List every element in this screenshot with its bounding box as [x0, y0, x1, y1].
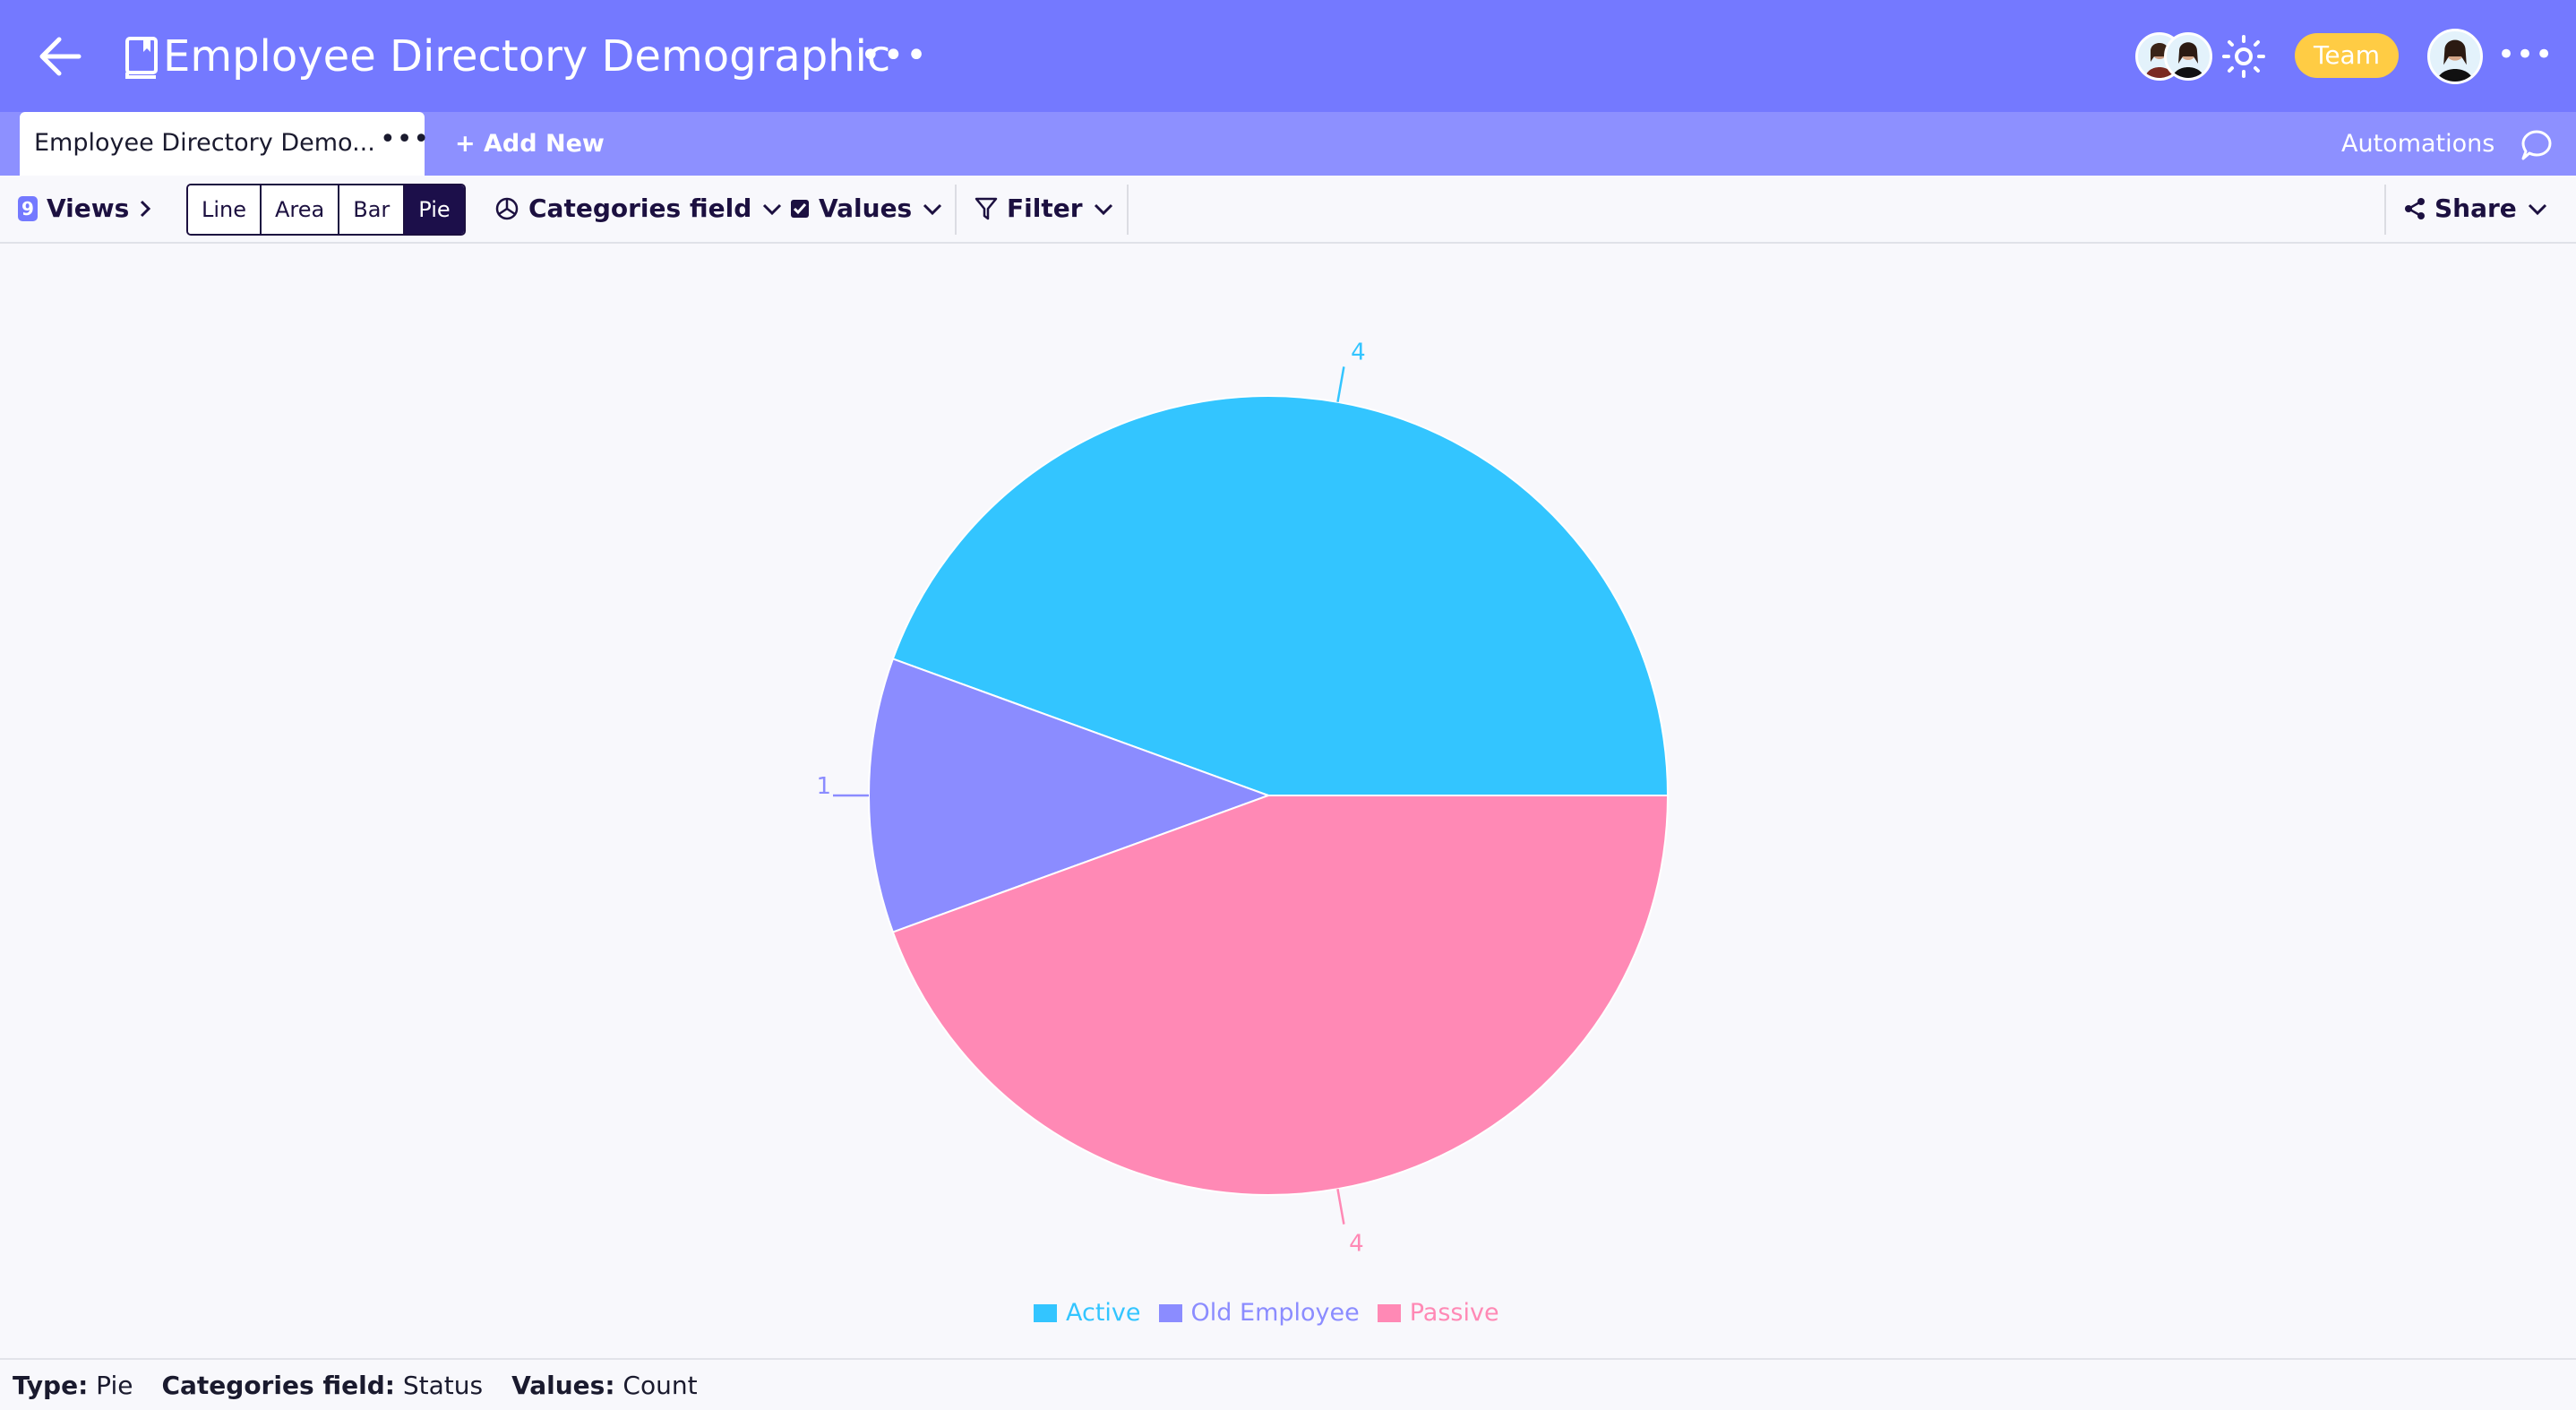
- chevron-down-icon: [1094, 203, 1112, 216]
- toolbar-divider: [955, 185, 957, 235]
- values-label: Values: [819, 193, 913, 223]
- person-icon: [2172, 42, 2204, 78]
- share-dropdown[interactable]: Share: [2404, 193, 2549, 224]
- pie-data-label: 4: [1349, 1231, 1364, 1258]
- chevron-down-icon: [2528, 203, 2546, 216]
- values-dropdown[interactable]: Values: [790, 193, 944, 224]
- filter-dropdown[interactable]: Filter: [975, 193, 1115, 224]
- share-icon: [2405, 198, 2425, 219]
- pie-label-leader-line: [1336, 1189, 1345, 1225]
- footer-divider: [0, 1358, 2576, 1360]
- title-more-button[interactable]: •••: [860, 36, 929, 75]
- legend-item-passive[interactable]: Passive: [1377, 1297, 1499, 1329]
- team-badge[interactable]: Team: [2295, 33, 2399, 78]
- collaborator-avatars[interactable]: [2135, 32, 2212, 81]
- pie-chart-icon: [495, 197, 519, 220]
- chevron-down-icon: [923, 203, 942, 216]
- views-button[interactable]: 9 Views: [18, 193, 152, 224]
- person-icon: [2436, 39, 2474, 82]
- chevron-down-icon: [763, 203, 782, 216]
- legend-item-old-employee[interactable]: Old Employee: [1158, 1297, 1360, 1329]
- tab-employee-directory[interactable]: Employee Directory Demo... •••: [20, 112, 429, 176]
- views-count-badge: 9: [18, 196, 38, 221]
- legend-swatch: [1034, 1304, 1057, 1322]
- page-title: Employee Directory Demographic: [163, 31, 891, 82]
- share-label: Share: [2434, 193, 2517, 223]
- chart-type-pie[interactable]: Pie: [405, 185, 464, 234]
- pie-data-label: 1: [816, 773, 831, 800]
- toolbar-divider: [1127, 185, 1129, 235]
- chart-toolbar: 9 Views Line Area Bar Pie Categories fie…: [0, 176, 2576, 244]
- legend-label: Old Employee: [1190, 1299, 1360, 1327]
- legend-label: Active: [1066, 1299, 1141, 1327]
- back-arrow-icon[interactable]: [34, 30, 86, 82]
- pie-data-label: 4: [1351, 339, 1366, 365]
- legend-item-active[interactable]: Active: [1034, 1297, 1141, 1329]
- categories-field-label: Categories field: [528, 193, 752, 223]
- toolbar-divider: [2384, 185, 2386, 235]
- chevron-right-icon: [141, 200, 151, 218]
- book-icon: [125, 37, 158, 79]
- chart-type-bar[interactable]: Bar: [339, 185, 406, 234]
- footer-values: Values: Count: [511, 1371, 698, 1400]
- legend-label: Passive: [1409, 1299, 1499, 1327]
- chart-type-area[interactable]: Area: [262, 185, 340, 234]
- chat-icon[interactable]: [2520, 129, 2553, 161]
- avatar[interactable]: [2164, 32, 2212, 81]
- categories-field-dropdown[interactable]: Categories field: [494, 193, 784, 224]
- user-avatar[interactable]: [2427, 29, 2483, 84]
- add-new-button[interactable]: + Add New: [455, 128, 605, 160]
- chart-legend: Active Old Employee Passive: [1034, 1297, 1499, 1329]
- chart-type-selector: Line Area Bar Pie: [186, 184, 466, 236]
- legend-swatch: [1158, 1304, 1182, 1322]
- filter-icon: [975, 197, 998, 220]
- filter-label: Filter: [1007, 193, 1083, 223]
- pie-label-leader-line: [1336, 366, 1345, 402]
- views-label: Views: [47, 193, 130, 223]
- chart-summary-footer: Type: Pie Categories field: Status Value…: [13, 1368, 698, 1404]
- automations-button[interactable]: Automations: [2341, 128, 2494, 160]
- pie-chart: 4 1 4: [816, 339, 1670, 1258]
- user-more-button[interactable]: •••: [2497, 39, 2554, 70]
- footer-type: Type: Pie: [13, 1371, 133, 1400]
- chart-type-line[interactable]: Line: [188, 185, 262, 234]
- checkbox-icon: [791, 200, 809, 218]
- footer-categories: Categories field: Status: [161, 1371, 484, 1400]
- tab-label: Employee Directory Demo...: [34, 129, 375, 157]
- sun-icon[interactable]: [2221, 34, 2266, 79]
- legend-swatch: [1377, 1304, 1401, 1322]
- tab-more-button[interactable]: •••: [380, 125, 430, 155]
